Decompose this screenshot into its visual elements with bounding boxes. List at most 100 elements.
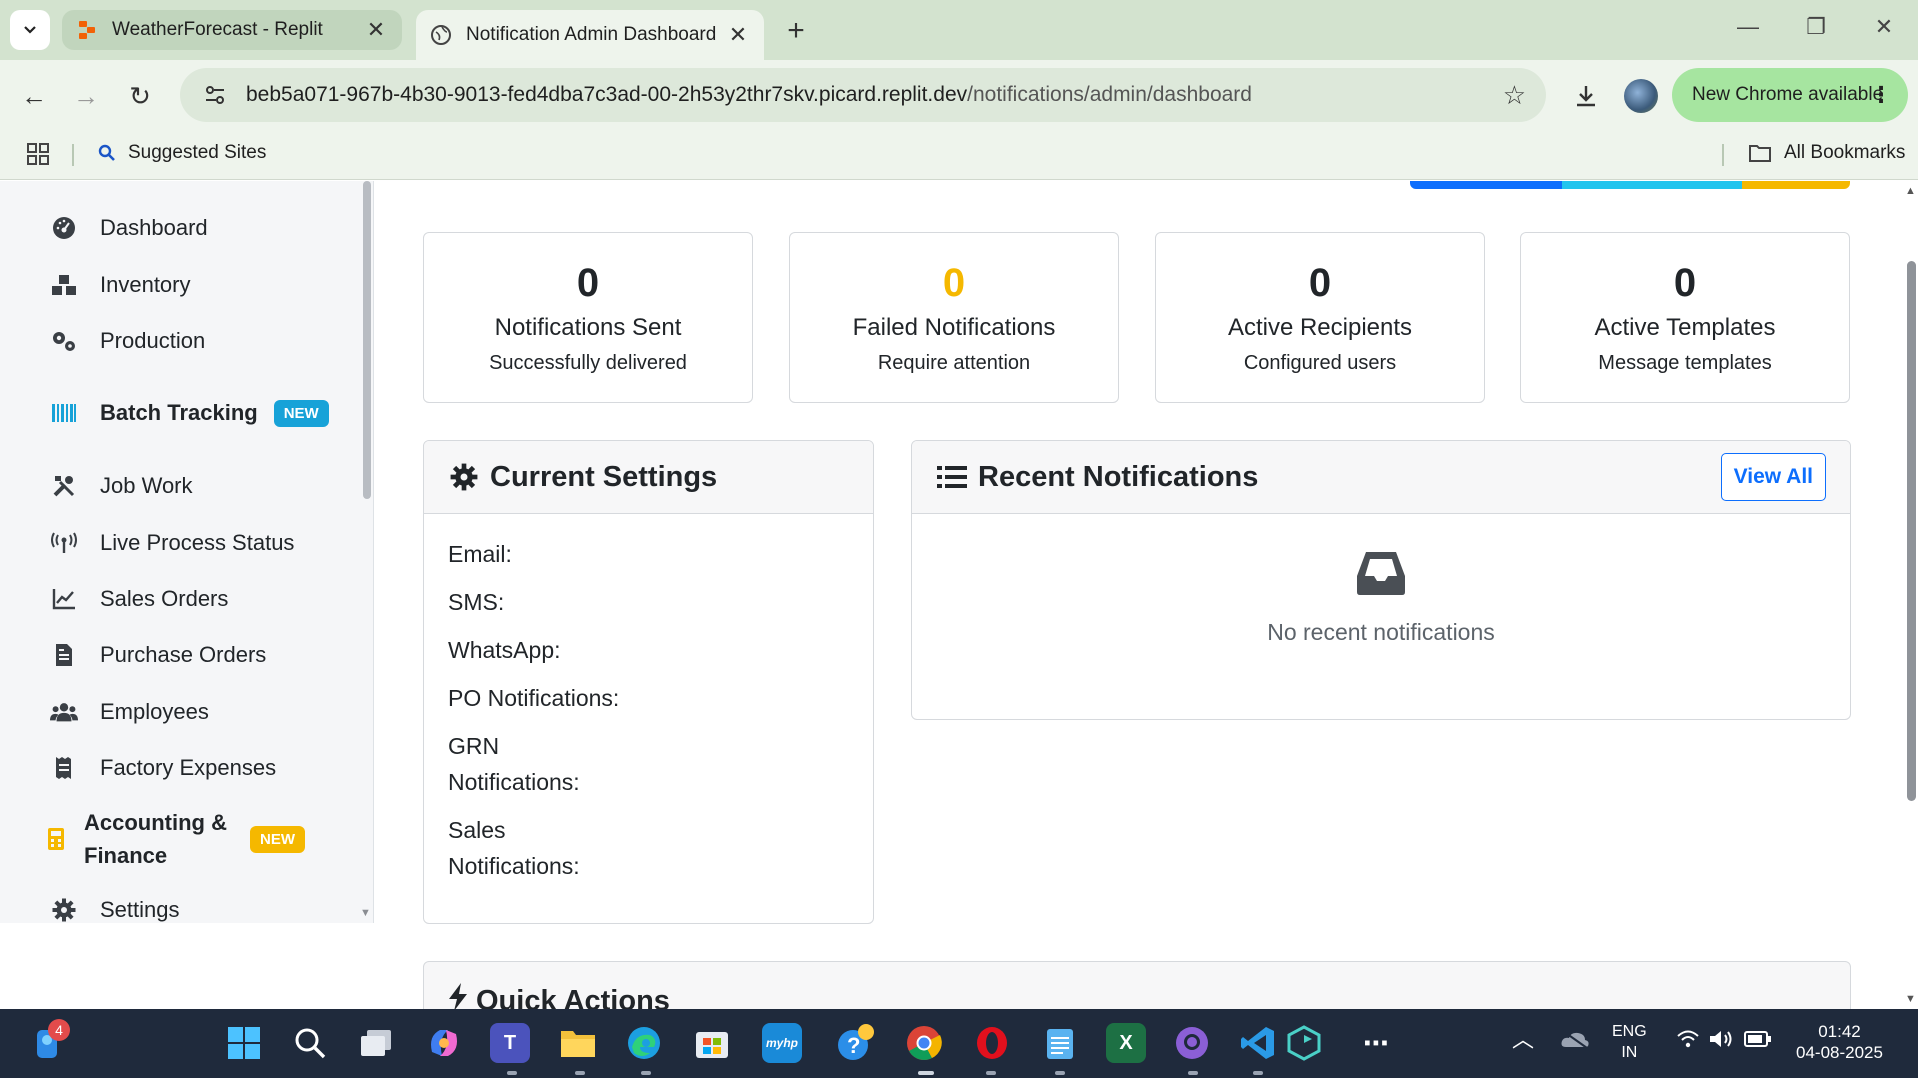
sidebar-item-inventory[interactable]: Inventory — [50, 271, 191, 299]
tab-search-button[interactable] — [10, 10, 50, 50]
chevron-down-icon — [24, 26, 36, 34]
download-icon[interactable] — [1566, 76, 1606, 116]
scroll-up-arrow-icon[interactable]: ▲ — [1905, 185, 1916, 197]
sidebar-item-label: Live Process Status — [100, 530, 295, 555]
browser-tab-weatherforecast[interactable]: WeatherForecast - Replit ✕ — [62, 10, 402, 50]
sidebar-item-label: Dashboard — [100, 215, 208, 240]
opera-icon[interactable] — [972, 1023, 1012, 1063]
receipt-icon — [50, 754, 78, 782]
globe-icon — [431, 25, 451, 45]
file-invoice-icon — [50, 641, 78, 669]
running-indicator — [1055, 1071, 1065, 1075]
running-indicator — [986, 1071, 996, 1075]
chrome-icon[interactable] — [904, 1023, 944, 1063]
calculator-icon — [42, 825, 70, 853]
reload-icon[interactable]: ↻ — [120, 76, 160, 116]
edge-icon[interactable] — [624, 1023, 664, 1063]
setting-sms: SMS: — [448, 589, 505, 615]
running-indicator — [575, 1071, 585, 1075]
sidebar-item-purchase-orders[interactable]: Purchase Orders — [50, 641, 266, 669]
microsoft-store-icon[interactable] — [692, 1023, 732, 1063]
teams-icon[interactable]: T — [490, 1023, 530, 1063]
minimize-icon[interactable]: — — [1728, 14, 1768, 40]
scrollbar-thumb[interactable] — [1907, 261, 1916, 801]
cursor-app-icon[interactable] — [1284, 1023, 1324, 1063]
language-code: ENG — [1612, 1023, 1647, 1040]
stat-value: 0 — [942, 261, 966, 305]
windows-start-icon[interactable] — [224, 1023, 264, 1063]
close-window-icon[interactable]: ✕ — [1864, 14, 1904, 40]
sidebar-item-factory-expenses[interactable]: Factory Expenses — [50, 754, 276, 782]
chevron-up-icon[interactable]: ︿ — [1512, 1029, 1534, 1051]
running-indicator — [1253, 1071, 1263, 1075]
more-apps-icon[interactable]: ⋯ — [1356, 1023, 1396, 1063]
bookmark-suggested-sites[interactable]: Suggested Sites — [98, 142, 266, 164]
file-explorer-icon[interactable] — [558, 1023, 598, 1063]
language-indicator[interactable]: ENG IN — [1612, 1021, 1647, 1063]
stat-label: Failed Notifications — [852, 314, 1056, 341]
notepad-icon[interactable] — [1040, 1023, 1080, 1063]
wifi-icon[interactable] — [1676, 1029, 1700, 1055]
battery-icon[interactable] — [1744, 1031, 1772, 1053]
site-settings-icon[interactable] — [198, 78, 232, 112]
sidebar-item-live-process-status[interactable]: Live Process Status — [50, 529, 294, 557]
sidebar-item-dashboard[interactable]: Dashboard — [50, 214, 208, 242]
clock-date: 04-08-2025 — [1796, 1043, 1883, 1062]
scroll-down-arrow-icon[interactable]: ▼ — [1905, 993, 1916, 1005]
sidebar-item-sales-orders[interactable]: Sales Orders — [50, 585, 228, 613]
restore-icon[interactable]: ❐ — [1796, 14, 1836, 40]
stat-value: 0 — [576, 261, 600, 305]
stat-label: Active Recipients — [1227, 314, 1413, 341]
page-scrollbar[interactable]: ▲ ▼ — [1904, 181, 1918, 1009]
sidebar-item-settings[interactable]: Settings — [50, 896, 180, 924]
sidebar-item-accounting-finance[interactable]: Accounting & Finance NEW — [42, 806, 342, 872]
back-icon[interactable]: ← — [14, 76, 54, 116]
help-icon[interactable]: ? — [836, 1023, 876, 1063]
broadcast-icon — [50, 529, 78, 557]
tools-icon — [50, 472, 78, 500]
empty-message: No recent notifications — [1267, 619, 1495, 645]
sidebar-scrollbar[interactable] — [363, 181, 371, 499]
stat-card-active-templates: 0 Active Templates Message templates — [1520, 232, 1850, 403]
sidebar-item-job-work[interactable]: Job Work — [50, 472, 193, 500]
myhp-icon[interactable]: myhp — [762, 1023, 802, 1063]
volume-icon[interactable] — [1708, 1029, 1734, 1055]
all-bookmarks-button[interactable]: All Bookmarks — [1748, 142, 1905, 164]
task-view-icon[interactable] — [356, 1023, 396, 1063]
chrome-update-button[interactable]: New Chrome available ⋮ — [1672, 68, 1908, 122]
vscode-icon[interactable] — [1238, 1023, 1278, 1063]
bookmark-label: Suggested Sites — [128, 142, 267, 163]
gear-icon — [448, 461, 480, 493]
forward-icon[interactable]: → — [66, 76, 106, 116]
sidebar-item-employees[interactable]: Employees — [50, 698, 209, 726]
new-tab-button[interactable]: + — [778, 14, 814, 48]
close-icon[interactable]: ✕ — [364, 17, 388, 43]
onedrive-icon[interactable] — [1560, 1029, 1590, 1055]
excel-icon[interactable]: X — [1106, 1023, 1146, 1063]
url-path: /notifications/admin/dashboard — [967, 83, 1252, 106]
github-desktop-icon[interactable] — [1172, 1023, 1212, 1063]
bookmark-label: All Bookmarks — [1784, 142, 1906, 163]
region-code: IN — [1621, 1044, 1638, 1061]
search-icon[interactable] — [290, 1023, 330, 1063]
scroll-down-arrow-icon[interactable]: ▼ — [360, 907, 371, 919]
address-bar[interactable]: beb5a071-967b-4b30-9013-fed4dba7c3ad-00-… — [180, 68, 1546, 122]
update-label: New Chrome available — [1692, 84, 1884, 105]
sidebar-item-batch-tracking[interactable]: Batch Tracking NEW — [50, 399, 329, 427]
clock-time: 01:42 — [1818, 1022, 1861, 1041]
apps-grid-icon[interactable] — [26, 142, 50, 173]
sidebar-item-production[interactable]: Production — [50, 327, 205, 355]
clock[interactable]: 01:42 04-08-2025 — [1796, 1021, 1883, 1063]
browser-tab-notification-dashboard[interactable]: Notification Admin Dashboard ✕ — [416, 10, 764, 60]
kebab-menu-icon[interactable]: ⋮ — [1870, 82, 1892, 108]
profile-avatar[interactable] — [1624, 79, 1658, 113]
running-indicator — [918, 1071, 934, 1075]
bookmark-separator — [1722, 144, 1724, 166]
close-icon[interactable]: ✕ — [726, 22, 750, 48]
sidebar-item-label: Settings — [100, 897, 180, 922]
view-all-button[interactable]: View All — [1720, 453, 1826, 501]
setting-grn-notifications: GRN Notifications: — [448, 733, 580, 795]
bookmark-star-icon[interactable]: ☆ — [1503, 80, 1526, 111]
stat-value: 0 — [1673, 261, 1697, 305]
copilot-icon[interactable] — [424, 1023, 464, 1063]
